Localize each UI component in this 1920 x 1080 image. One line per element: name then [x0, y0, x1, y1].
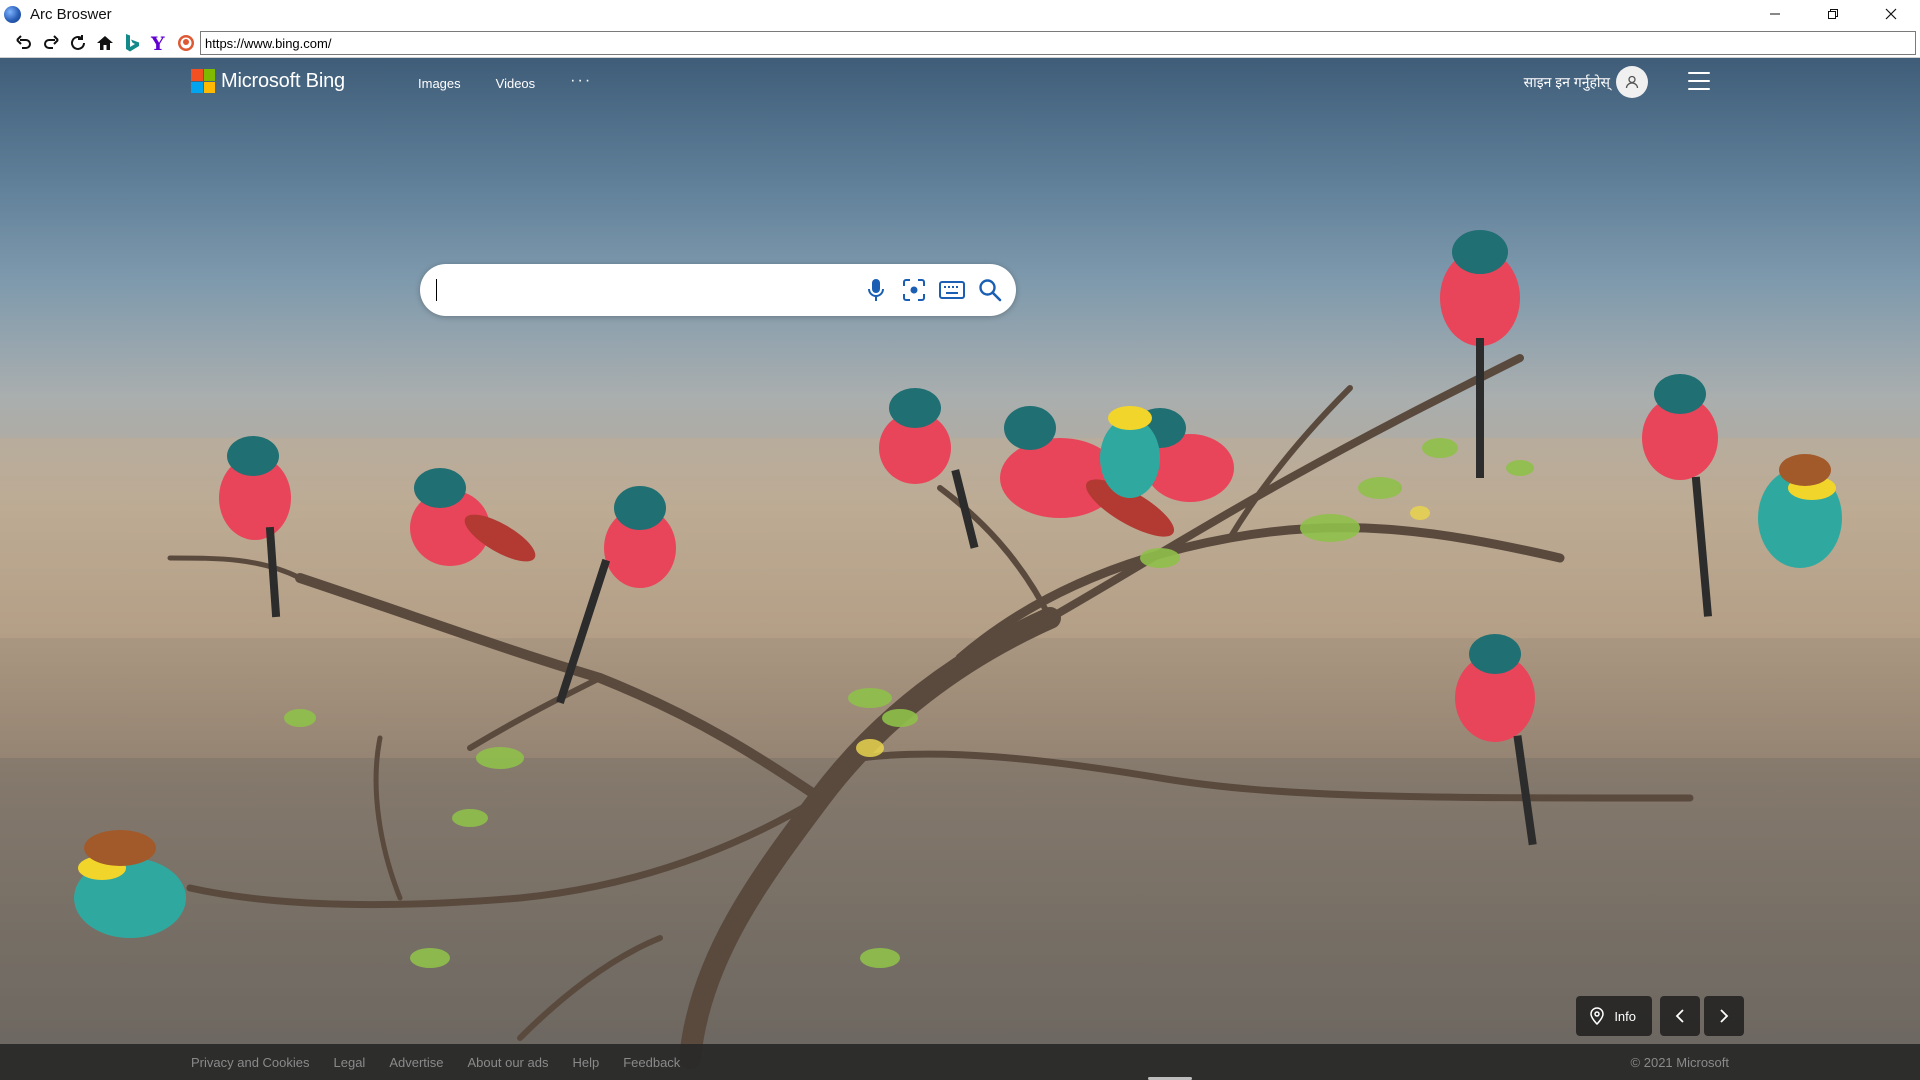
duckduckgo-icon: [177, 34, 194, 51]
reload-button[interactable]: [64, 30, 91, 56]
close-button[interactable]: [1862, 0, 1920, 28]
footer-links: Privacy and Cookies Legal Advertise Abou…: [191, 1055, 704, 1070]
info-button[interactable]: Info: [1576, 996, 1652, 1036]
nav-images[interactable]: Images: [418, 76, 461, 91]
browser-toolbar: Y: [0, 28, 1920, 58]
home-button[interactable]: [91, 30, 118, 56]
footer-link-legal[interactable]: Legal: [334, 1055, 366, 1070]
location-pin-icon: [1590, 1007, 1605, 1025]
copyright: © 2021 Microsoft: [1630, 1054, 1729, 1070]
keyboard-icon: [939, 281, 965, 299]
reload-icon: [70, 34, 85, 50]
signin-link[interactable]: साइन इन गर्नुहोस्: [1524, 73, 1610, 92]
footer-link-about-ads[interactable]: About our ads: [468, 1055, 549, 1070]
search-actions: [852, 276, 1004, 304]
duckduckgo-shortcut-button[interactable]: [172, 30, 199, 56]
microphone-icon: [868, 279, 884, 301]
window-titlebar: Arc Broswer: [0, 0, 1920, 28]
header-nav: Images Videos ···: [418, 72, 627, 92]
next-image-button[interactable]: [1704, 996, 1744, 1036]
minimize-icon: [1770, 13, 1780, 15]
microsoft-logo-icon: [191, 69, 215, 93]
home-icon: [96, 35, 113, 50]
address-bar[interactable]: [200, 31, 1916, 55]
visual-search-icon: [903, 279, 925, 301]
logo-text: Microsoft Bing: [221, 69, 345, 92]
info-label: Info: [1614, 1008, 1636, 1024]
search-input[interactable]: [440, 276, 860, 304]
user-icon: [1625, 75, 1639, 89]
restore-icon: [1828, 9, 1838, 19]
visual-search-button[interactable]: [900, 276, 928, 304]
bing-icon: [125, 33, 139, 51]
search-button[interactable]: [976, 276, 1004, 304]
signin-area[interactable]: साइन इन गर्नुहोस्: [1524, 66, 1648, 98]
image-controls: Info: [1576, 996, 1744, 1036]
app-globe-icon: [4, 5, 21, 23]
bing-shortcut-button[interactable]: [118, 30, 145, 56]
avatar[interactable]: [1616, 66, 1648, 98]
search-icon: [979, 279, 1002, 302]
nav-more-button[interactable]: ···: [570, 72, 592, 90]
footer-link-advertise[interactable]: Advertise: [389, 1055, 443, 1070]
window-title: Arc Broswer: [30, 5, 112, 23]
background-photo: [0, 58, 1920, 1080]
redo-button[interactable]: [37, 30, 64, 56]
footer: Privacy and Cookies Legal Advertise Abou…: [0, 1044, 1920, 1080]
hamburger-menu-icon[interactable]: [1688, 72, 1710, 90]
close-icon: [1885, 8, 1897, 20]
keyboard-button[interactable]: [938, 276, 966, 304]
window-controls: [1746, 0, 1920, 28]
previous-image-button[interactable]: [1660, 996, 1700, 1036]
nav-videos[interactable]: Videos: [496, 76, 536, 91]
restore-button[interactable]: [1804, 0, 1862, 28]
footer-link-feedback[interactable]: Feedback: [623, 1055, 680, 1070]
yahoo-icon: Y: [150, 33, 165, 53]
footer-link-help[interactable]: Help: [572, 1055, 599, 1070]
page-viewport: Microsoft Bing Images Videos ··· साइन इन…: [0, 58, 1920, 1080]
yahoo-shortcut-button[interactable]: Y: [145, 30, 172, 56]
chevron-right-icon: [1720, 1009, 1729, 1023]
bing-logo[interactable]: Microsoft Bing: [191, 69, 345, 93]
text-caret: [436, 279, 437, 301]
undo-icon: [15, 34, 31, 49]
bird: [1100, 406, 1160, 498]
search-box: [420, 264, 1016, 316]
footer-link-privacy[interactable]: Privacy and Cookies: [191, 1055, 310, 1070]
undo-button[interactable]: [10, 30, 37, 56]
chevron-left-icon: [1675, 1009, 1684, 1023]
svg-text:Y: Y: [150, 33, 165, 53]
redo-icon: [43, 34, 59, 49]
voice-search-button[interactable]: [862, 276, 890, 304]
birds-on-branch-image: [0, 230, 1920, 1080]
minimize-button[interactable]: [1746, 0, 1804, 28]
